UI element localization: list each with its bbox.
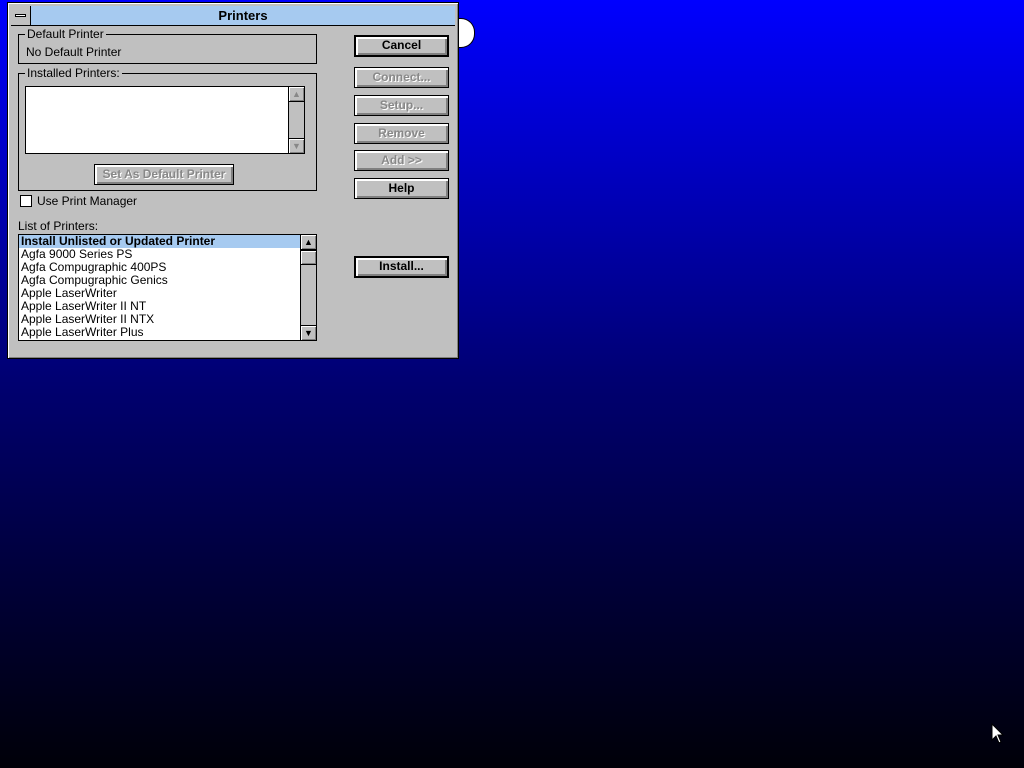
installed-printers-group: Installed Printers: ▲ ▼ Set As Default P…: [18, 66, 317, 191]
scroll-thumb[interactable]: [301, 250, 316, 265]
installed-printers-scrollbar[interactable]: ▲ ▼: [288, 87, 304, 153]
scroll-down-icon[interactable]: ▼: [289, 138, 304, 153]
desktop-icon-fragment: [458, 18, 475, 48]
help-button[interactable]: Help: [354, 178, 449, 199]
installed-printers-list[interactable]: ▲ ▼: [25, 86, 305, 154]
dialog-title: Printers: [218, 8, 268, 23]
system-menu-icon[interactable]: [11, 6, 31, 25]
scroll-down-icon[interactable]: ▼: [301, 325, 316, 340]
default-printer-label: Default Printer: [25, 27, 106, 41]
default-printer-group: Default Printer No Default Printer: [18, 27, 317, 64]
connect-button[interactable]: Connect...: [354, 67, 449, 88]
scroll-up-icon[interactable]: ▲: [289, 87, 304, 102]
use-print-manager-label: Use Print Manager: [37, 194, 138, 208]
add-button[interactable]: Add >>: [354, 150, 449, 171]
title-bar: Printers: [11, 6, 455, 26]
printers-list-scrollbar[interactable]: ▲ ▼: [300, 235, 316, 340]
use-print-manager-checkbox[interactable]: [20, 195, 32, 207]
list-of-printers[interactable]: Install Unlisted or Updated Printer Agfa…: [18, 234, 317, 341]
set-default-printer-button[interactable]: Set As Default Printer: [94, 164, 234, 185]
installed-printers-label: Installed Printers:: [25, 66, 122, 80]
mouse-pointer-icon: [991, 723, 1005, 744]
setup-button[interactable]: Setup...: [354, 95, 449, 116]
remove-button[interactable]: Remove: [354, 123, 449, 144]
install-button[interactable]: Install...: [354, 256, 449, 278]
default-printer-value: No Default Printer: [26, 45, 122, 59]
list-of-printers-label: List of Printers:: [18, 219, 99, 233]
printers-dialog: Printers Default Printer No Default Prin…: [7, 2, 459, 359]
cancel-button[interactable]: Cancel: [354, 35, 449, 57]
scroll-up-icon[interactable]: ▲: [301, 235, 316, 250]
list-item[interactable]: Apple LaserWriter Plus: [19, 326, 316, 339]
